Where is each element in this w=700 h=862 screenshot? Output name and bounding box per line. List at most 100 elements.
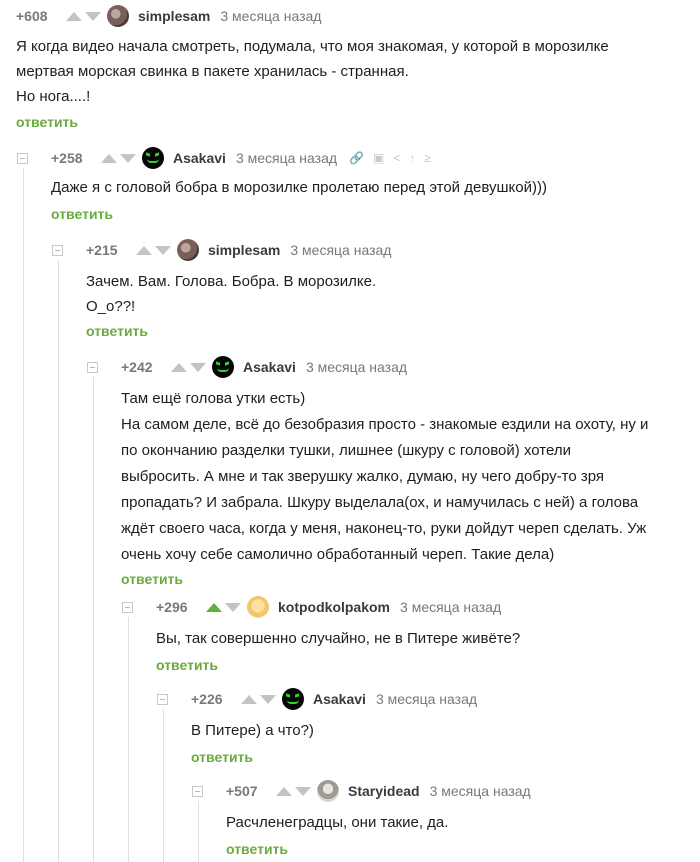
comment-line: выбросить. А мне и так зверушку жалко, д… <box>121 468 605 485</box>
downvote-arrow-icon[interactable] <box>155 245 171 255</box>
comment-line: очень хочу себе самолично обработанный ч… <box>121 546 555 563</box>
comment-text: Вы, так совершенно случайно, не в Питере… <box>156 626 696 651</box>
username[interactable]: Asakavi <box>313 691 366 707</box>
comment: +242 Asakavi 3 месяца назад Там ещё голо… <box>121 356 696 589</box>
upvote-arrow-icon[interactable] <box>276 786 292 796</box>
reply-button[interactable]: ответить <box>156 657 218 673</box>
timestamp[interactable]: 3 месяца назад <box>220 8 321 24</box>
comment-line: Даже я с головой бобра в морозилке проле… <box>51 179 547 196</box>
comment-tools: 🔗 ▣ < ↑ ≥ <box>349 151 431 165</box>
collapse-toggle[interactable] <box>52 245 63 256</box>
comment-line: Вы, так совершенно случайно, не в Питере… <box>156 630 521 647</box>
comment: +608 simplesam 3 месяца назад Я когда ви… <box>16 5 696 132</box>
collapse-toggle[interactable] <box>157 694 168 705</box>
username[interactable]: Asakavi <box>243 359 296 375</box>
pin-icon[interactable]: ↑ <box>409 151 415 165</box>
username[interactable]: Asakavi <box>173 150 226 166</box>
vote-controls <box>136 245 171 255</box>
username[interactable]: simplesam <box>138 8 210 24</box>
upvote-arrow-icon[interactable] <box>206 602 222 612</box>
comment: +507 Staryidead 3 месяца назад Расчленег… <box>226 780 696 859</box>
downvote-arrow-icon[interactable] <box>190 362 206 372</box>
reply-button[interactable]: ответить <box>86 323 148 339</box>
avatar[interactable] <box>107 5 129 27</box>
comment-text: Расчленеградцы, они такие, да. <box>226 810 696 835</box>
comment-text: Зачем. Вам. Голова. Бобра. В морозилке. … <box>86 269 686 319</box>
avatar[interactable] <box>142 147 164 169</box>
thread-line <box>23 168 24 862</box>
avatar[interactable] <box>212 356 234 378</box>
comment: +226 Asakavi 3 месяца назад В Питере) а … <box>191 688 696 767</box>
timestamp[interactable]: 3 месяца назад <box>306 359 407 375</box>
comment-header: +507 Staryidead 3 месяца назад <box>226 780 696 802</box>
comment-header: +242 Asakavi 3 месяца назад <box>121 356 696 378</box>
comment-line: по окончанию разделки тушки, лишнее (шку… <box>121 442 571 459</box>
downvote-arrow-icon[interactable] <box>260 694 276 704</box>
timestamp[interactable]: 3 месяца назад <box>290 242 391 258</box>
collapse-toggle[interactable] <box>122 602 133 613</box>
upvote-arrow-icon[interactable] <box>101 153 117 163</box>
reply-button[interactable]: ответить <box>191 749 253 765</box>
comment-header: +608 simplesam 3 месяца назад <box>16 5 696 27</box>
timestamp[interactable]: 3 месяца назад <box>400 599 501 615</box>
thread-line <box>93 377 94 862</box>
downvote-arrow-icon[interactable] <box>225 602 241 612</box>
username[interactable]: simplesam <box>208 242 280 258</box>
comment-line: Но нога....! <box>16 88 91 105</box>
comment-line: О_о??! <box>86 298 136 315</box>
comment-rating: +258 <box>51 150 83 166</box>
timestamp[interactable]: 3 месяца назад <box>376 691 477 707</box>
downvote-arrow-icon[interactable] <box>295 786 311 796</box>
save-icon[interactable]: ▣ <box>373 151 384 165</box>
avatar[interactable] <box>247 596 269 618</box>
collapse-toggle[interactable] <box>17 153 28 164</box>
avatar[interactable] <box>317 780 339 802</box>
link-icon[interactable]: 🔗 <box>349 151 364 165</box>
collapse-toggle[interactable] <box>87 362 98 373</box>
downvote-arrow-icon[interactable] <box>85 11 101 21</box>
comment-text: В Питере) а что?) <box>191 718 696 743</box>
comment-header: +215 simplesam 3 месяца назад <box>86 239 686 261</box>
vote-controls <box>206 602 241 612</box>
thread-line <box>128 617 129 862</box>
vote-controls <box>276 786 311 796</box>
vote-controls <box>66 11 101 21</box>
comment-header: +296 kotpodkolpakom 3 месяца назад <box>156 596 696 618</box>
comment-rating: +215 <box>86 242 118 258</box>
timestamp[interactable]: 3 месяца назад <box>430 783 531 799</box>
comment-line: ждёт своего часа, когда у меня, наконец-… <box>121 520 647 537</box>
username[interactable]: Staryidead <box>348 783 420 799</box>
upvote-arrow-icon[interactable] <box>136 245 152 255</box>
reply-button[interactable]: ответить <box>16 114 78 130</box>
comment-line: На самом деле, всё до безобразия просто … <box>121 416 649 433</box>
comment: +258 Asakavi 3 месяца назад 🔗 ▣ < ↑ ≥ Да… <box>51 147 691 224</box>
comment-rating: +608 <box>16 8 48 24</box>
vote-controls <box>241 694 276 704</box>
username[interactable]: kotpodkolpakom <box>278 599 390 615</box>
comment-rating: +507 <box>226 783 258 799</box>
report-icon[interactable]: ≥ <box>424 151 431 165</box>
collapse-toggle[interactable] <box>192 786 203 797</box>
comment-rating: +296 <box>156 599 188 615</box>
comment-text: Там ещё голова утки есть) На самом деле,… <box>121 386 696 568</box>
share-icon[interactable]: < <box>393 151 400 165</box>
upvote-arrow-icon[interactable] <box>241 694 257 704</box>
comment-header: +258 Asakavi 3 месяца назад 🔗 ▣ < ↑ ≥ <box>51 147 691 169</box>
reply-button[interactable]: ответить <box>226 841 288 857</box>
comment-line: Зачем. Вам. Голова. Бобра. В морозилке. <box>86 273 377 290</box>
comment-rating: +242 <box>121 359 153 375</box>
comment-line: Я когда видео начала смотреть, подумала,… <box>16 38 609 55</box>
upvote-arrow-icon[interactable] <box>66 11 82 21</box>
avatar[interactable] <box>177 239 199 261</box>
comment-line: пропадать? И забрала. Шкуру выделала(ох,… <box>121 494 639 511</box>
vote-controls <box>101 153 136 163</box>
reply-button[interactable]: ответить <box>51 206 113 222</box>
avatar[interactable] <box>282 688 304 710</box>
comment-text: Я когда видео начала смотреть, подумала,… <box>16 34 696 109</box>
reply-button[interactable]: ответить <box>121 571 183 587</box>
downvote-arrow-icon[interactable] <box>120 153 136 163</box>
timestamp[interactable]: 3 месяца назад <box>236 150 337 166</box>
comment-line: Расчленеградцы, они такие, да. <box>226 814 449 831</box>
upvote-arrow-icon[interactable] <box>171 362 187 372</box>
comment-text: Даже я с головой бобра в морозилке проле… <box>51 175 691 200</box>
